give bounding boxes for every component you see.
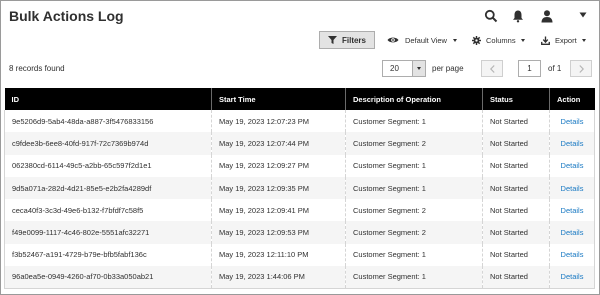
- cell-status: Not Started: [482, 176, 550, 200]
- cell-id: f49e0099-1117-4c46-802e-5551afc32271: [4, 221, 212, 244]
- default-view-button[interactable]: Default View: [387, 33, 457, 47]
- chevron-down-icon: [581, 38, 586, 42]
- cell-start-time: May 19, 2023 12:07:23 PM: [211, 110, 346, 133]
- page-title: Bulk Actions Log: [9, 8, 124, 24]
- details-link[interactable]: Details: [549, 154, 595, 177]
- chevron-down-icon: [520, 38, 525, 42]
- filter-icon: [327, 36, 337, 44]
- cell-description: Customer Segment: 1: [345, 243, 483, 267]
- cell-start-time: May 19, 2023 12:11:10 PM: [211, 243, 346, 267]
- cell-status: Not Started: [482, 110, 550, 133]
- cell-description: Customer Segment: 1: [345, 110, 483, 133]
- gear-icon: [472, 35, 481, 45]
- cell-id: 9d5a071a-282d-4d21-85e5-e2b2fa4289df: [4, 176, 212, 200]
- cell-start-time: May 19, 2023 12:07:44 PM: [211, 132, 346, 155]
- page-number-input[interactable]: 1: [518, 60, 541, 77]
- chevron-right-icon: [578, 64, 584, 73]
- cell-description: Customer Segment: 1: [345, 154, 483, 177]
- next-page-button[interactable]: [570, 60, 592, 77]
- cell-status: Not Started: [482, 221, 550, 244]
- cell-description: Customer Segment: 1: [345, 176, 483, 200]
- cell-id: 9e5206d9-5ab4-48da-a887-3f5476833156: [4, 110, 212, 133]
- table-row: 062380cd-6114-49c5-a2bb-65c597f2d1e1 May …: [4, 154, 595, 177]
- export-button[interactable]: Export: [541, 33, 586, 47]
- cell-description: Customer Segment: 2: [345, 199, 483, 222]
- details-link[interactable]: Details: [549, 266, 595, 289]
- column-header-start-time[interactable]: Start Time: [211, 88, 346, 110]
- table-row: ceca40f3-3c3d-49e6-b132-f7bfdf7c58f5 May …: [4, 199, 595, 222]
- chevron-left-icon: [489, 64, 495, 73]
- cell-description: Customer Segment: 2: [345, 132, 483, 155]
- chevron-down-icon[interactable]: [411, 61, 425, 76]
- eye-icon: [387, 37, 399, 43]
- chevron-down-icon[interactable]: [579, 12, 587, 18]
- column-header-action: Action: [549, 88, 595, 110]
- per-page-label: per page: [432, 64, 464, 73]
- details-link[interactable]: Details: [549, 176, 595, 200]
- cell-start-time: May 19, 2023 12:09:27 PM: [211, 154, 346, 177]
- details-link[interactable]: Details: [549, 110, 595, 133]
- cell-id: f3b52467-a191-4729-b79e-bfb5fabf136c: [4, 243, 212, 267]
- column-header-id[interactable]: ID: [4, 88, 212, 110]
- bulk-actions-grid: ID Start Time Description of Operation S…: [4, 88, 595, 289]
- cell-start-time: May 19, 2023 12:09:41 PM: [211, 199, 346, 222]
- cell-start-time: May 19, 2023 12:09:53 PM: [211, 221, 346, 244]
- cell-id: ceca40f3-3c3d-49e6-b132-f7bfdf7c58f5: [4, 199, 212, 222]
- filters-label: Filters: [341, 35, 366, 45]
- details-link[interactable]: Details: [549, 221, 595, 244]
- per-page-value: 20: [390, 64, 399, 73]
- table-row: c9fdee3b-6ee8-40fd-917f-72c7369b974d May …: [4, 132, 595, 155]
- page-total-label: of 1: [548, 64, 562, 73]
- cell-start-time: May 19, 2023 12:09:35 PM: [211, 176, 346, 200]
- previous-page-button[interactable]: [481, 60, 503, 77]
- cell-description: Customer Segment: 1: [345, 266, 483, 289]
- cell-description: Customer Segment: 2: [345, 221, 483, 244]
- table-row: 9d5a071a-282d-4d21-85e5-e2b2fa4289df May …: [4, 176, 595, 200]
- cell-status: Not Started: [482, 266, 550, 289]
- default-view-label: Default View: [405, 35, 447, 45]
- table-row: f49e0099-1117-4c46-802e-5551afc32271 May …: [4, 221, 595, 244]
- cell-status: Not Started: [482, 154, 550, 177]
- export-label: Export: [555, 35, 577, 45]
- cell-status: Not Started: [482, 132, 550, 155]
- columns-button[interactable]: Columns: [472, 33, 525, 47]
- download-icon: [541, 35, 550, 45]
- filters-button[interactable]: Filters: [319, 31, 375, 49]
- per-page-select[interactable]: 20: [382, 60, 426, 77]
- records-count: 8 records found: [9, 64, 65, 73]
- details-link[interactable]: Details: [549, 243, 595, 267]
- user-icon[interactable]: [540, 9, 554, 23]
- grid-header-row: ID Start Time Description of Operation S…: [4, 88, 595, 110]
- bell-icon[interactable]: [511, 9, 525, 23]
- table-row: f3b52467-a191-4729-b79e-bfb5fabf136c May …: [4, 243, 595, 267]
- table-row: 96a0ea5e-0949-4260-af70-0b33a050ab21 May …: [4, 266, 595, 289]
- columns-label: Columns: [486, 35, 516, 45]
- admin-page: Bulk Actions Log Filters Default View Co…: [0, 0, 600, 295]
- column-header-description[interactable]: Description of Operation: [345, 88, 483, 110]
- chevron-down-icon: [452, 38, 457, 42]
- column-header-status[interactable]: Status: [482, 88, 550, 110]
- details-link[interactable]: Details: [549, 199, 595, 222]
- cell-id: 062380cd-6114-49c5-a2bb-65c597f2d1e1: [4, 154, 212, 177]
- cell-status: Not Started: [482, 199, 550, 222]
- cell-status: Not Started: [482, 243, 550, 267]
- search-icon[interactable]: [484, 9, 498, 23]
- cell-id: c9fdee3b-6ee8-40fd-917f-72c7369b974d: [4, 132, 212, 155]
- details-link[interactable]: Details: [549, 132, 595, 155]
- cell-id: 96a0ea5e-0949-4260-af70-0b33a050ab21: [4, 266, 212, 289]
- table-row: 9e5206d9-5ab4-48da-a887-3f5476833156 May …: [4, 110, 595, 133]
- cell-start-time: May 19, 2023 1:44:06 PM: [211, 266, 346, 289]
